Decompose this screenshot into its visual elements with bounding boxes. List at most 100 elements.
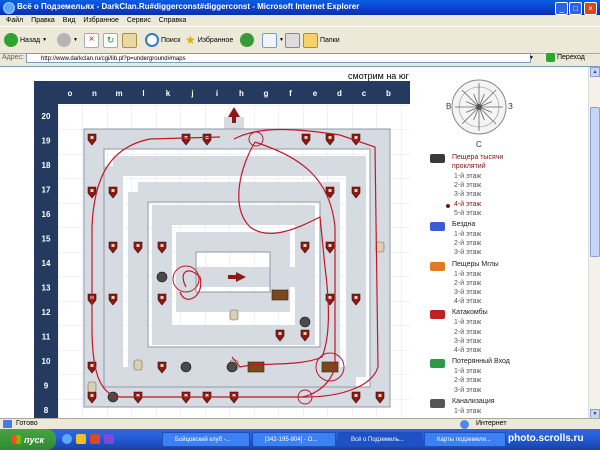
menu-file[interactable]: Файл (6, 15, 23, 26)
row-label: 20 (42, 112, 51, 121)
minimize-button[interactable]: _ (555, 2, 568, 15)
dungeon-link[interactable]: Канализация (452, 398, 495, 405)
forward-button[interactable]: ▼ (57, 32, 78, 48)
go-button[interactable]: Переход (546, 53, 585, 62)
quicklaunch-media-icon[interactable] (104, 434, 114, 444)
row-label: 8 (44, 406, 49, 415)
menu-view[interactable]: Вид (63, 15, 76, 26)
menu-bar: Файл Правка Вид Избранное Сервис Справка (0, 15, 600, 26)
column-label: l (142, 89, 144, 98)
taskbar-item-active[interactable]: Всё о Подземель... (338, 432, 422, 447)
taskbar-item[interactable]: [342-195-804] - О... (252, 432, 336, 447)
level-link[interactable]: 2-й этаж (454, 377, 481, 384)
media-button[interactable] (240, 32, 254, 48)
globe-icon (460, 420, 469, 429)
chevron-down-icon: ▼ (279, 37, 284, 43)
menu-tools[interactable]: Сервис (127, 15, 151, 26)
scroll-up-arrow-icon[interactable]: ▲ (590, 67, 600, 77)
creature-icon (226, 361, 238, 373)
row-label: 11 (42, 333, 51, 342)
address-bar: Адрес: http://www.darkclan.ru/cgi/lib.pl… (0, 52, 600, 65)
search-label: Поиск (161, 36, 181, 44)
address-label: Адрес: (2, 54, 24, 61)
quicklaunch-app-icon[interactable] (90, 434, 100, 444)
favorites-button[interactable]: ★ Избранное (185, 32, 233, 48)
taskbar-item[interactable]: Карты подземели... (424, 432, 506, 447)
quicklaunch-ie-icon[interactable] (62, 434, 72, 444)
level-link[interactable]: 5-й этаж (454, 210, 481, 217)
favorites-label: Избранное (197, 36, 234, 44)
print-button[interactable] (285, 32, 300, 48)
dungeon-icon (430, 222, 445, 231)
stop-icon: × (84, 32, 99, 48)
column-label: i (216, 89, 218, 98)
level-link[interactable]: 1-й этаж (454, 231, 481, 238)
level-link[interactable]: 3-й этаж (454, 289, 481, 296)
window-title: Всё о Подземельях - DarkClan.Ru#diggerco… (17, 2, 360, 11)
level-link[interactable]: 3-й этаж (454, 249, 481, 256)
row-label: 12 (42, 308, 51, 317)
chevron-down-icon[interactable]: ▼ (529, 55, 534, 61)
creature-icon (180, 361, 192, 373)
level-link[interactable]: 1-й этаж (454, 368, 481, 375)
level-link[interactable]: 3-й этаж (454, 338, 481, 345)
back-button[interactable]: Назад ▼ (4, 32, 47, 48)
level-link[interactable]: 1-й этаж (454, 408, 481, 415)
scrollbar-thumb[interactable] (590, 107, 600, 257)
window-title-bar[interactable]: Всё о Подземельях - DarkClan.Ru#diggerco… (0, 0, 600, 15)
mail-button[interactable]: ▼ (262, 32, 284, 48)
jug-icon (229, 309, 239, 321)
level-link[interactable]: 3-й этаж (454, 191, 481, 198)
column-label: d (337, 89, 342, 98)
dungeon-link[interactable]: Потерянный Вход (452, 358, 510, 365)
dungeon-link[interactable]: Пещера тысячи проклятий (452, 153, 517, 171)
column-label: k (166, 89, 171, 98)
refresh-button[interactable]: ↻ (103, 32, 118, 48)
level-link[interactable]: 3-й этаж (454, 387, 481, 394)
go-label: Переход (557, 54, 585, 61)
vertical-scrollbar[interactable]: ▲ ▼ (588, 67, 600, 419)
level-link[interactable]: 1-й этаж (454, 271, 481, 278)
search-icon (145, 33, 159, 47)
level-link[interactable]: 1-й этаж (454, 319, 481, 326)
column-label: o (68, 89, 73, 98)
dungeon-map: o n m l k j i h g f e d c b a 20 19 18 17 16 15 14 13 12 11 10 9 8… (34, 81, 416, 419)
address-input[interactable]: http://www.darkclan.ru/cgi/lib.pl?p=unde… (26, 53, 531, 63)
row-label: 10 (42, 357, 51, 366)
quicklaunch-folder-icon[interactable] (76, 434, 86, 444)
stop-button[interactable]: × (84, 32, 99, 48)
menu-favorites[interactable]: Избранное (83, 15, 118, 26)
level-link[interactable]: 2-й этаж (454, 329, 481, 336)
media-icon (240, 33, 254, 47)
menu-edit[interactable]: Правка (31, 15, 55, 26)
chest-icon (247, 361, 265, 373)
level-link[interactable]: 2-й этаж (454, 182, 481, 189)
column-label: b (386, 89, 391, 98)
start-button[interactable]: пуск (0, 429, 56, 450)
level-link[interactable]: 4-й этаж (454, 298, 481, 305)
back-arrow-icon (4, 33, 18, 47)
dungeon-link[interactable]: Бездна (452, 221, 475, 228)
level-link[interactable]: 4-й этаж (454, 347, 481, 354)
level-link[interactable]: 1-й этаж (454, 173, 481, 180)
home-button[interactable] (122, 32, 137, 48)
compass-rose: В З С (446, 79, 513, 149)
column-label: f (289, 89, 292, 98)
taskbar-item[interactable]: Бойцовский клуб -... (162, 432, 250, 447)
watermark: photo.scrolls.ru (508, 433, 584, 444)
dungeon-link[interactable]: Катакомбы (452, 309, 488, 316)
dungeon-link[interactable]: Пещеры Мглы (452, 261, 499, 268)
menu-help[interactable]: Справка (159, 15, 186, 26)
page-content: смотрим на юг onmlkjihgfedcba 20 19 18 17 16… (0, 66, 600, 419)
browser-toolbar: Назад ▼ ▼ × ↻ Поиск ★ Избранное ▼ Папки (0, 26, 600, 54)
search-button[interactable]: Поиск (145, 32, 180, 48)
level-link[interactable]: 4-й этаж (454, 201, 481, 208)
close-button[interactable]: × (584, 2, 597, 15)
folders-button[interactable]: Папки (303, 32, 340, 48)
maximize-button[interactable]: □ (569, 2, 582, 15)
column-label: g (264, 89, 269, 98)
level-link[interactable]: 2-й этаж (454, 280, 481, 287)
compass-south: С (476, 140, 482, 149)
column-label: e (313, 89, 318, 98)
level-link[interactable]: 2-й этаж (454, 240, 481, 247)
